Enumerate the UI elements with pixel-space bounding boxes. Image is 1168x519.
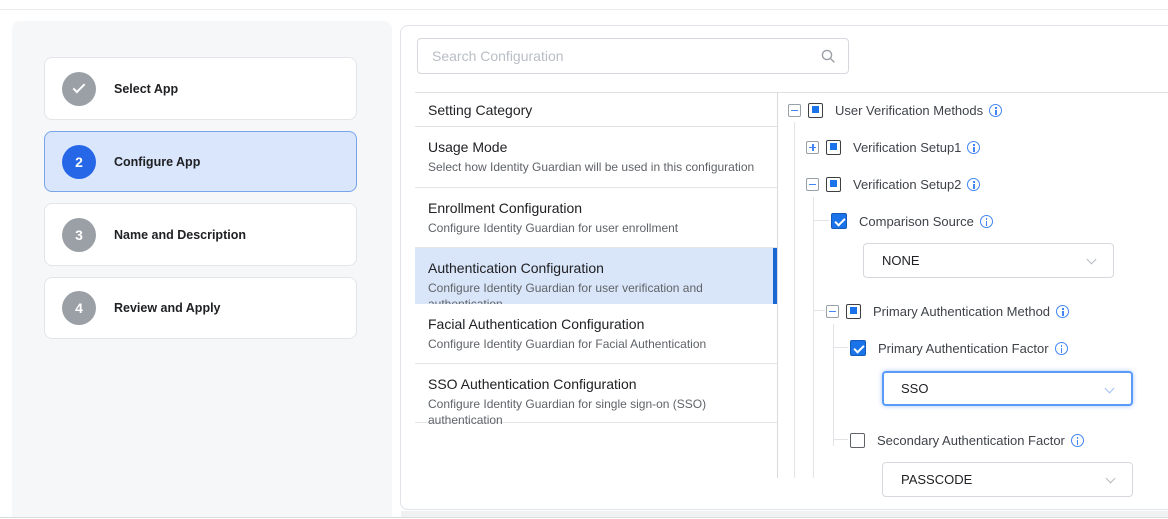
tree-node-label: Secondary Authentication Factor: [877, 433, 1065, 448]
category-description: Configure Identity Guardian for user enr…: [428, 220, 767, 236]
category-title: SSO Authentication Configuration: [428, 375, 767, 393]
column-divider: [777, 92, 778, 478]
primary-authentication-factor-select[interactable]: SSO: [882, 371, 1133, 406]
tree-node-label: Verification Setup1: [853, 140, 961, 155]
step-label: Name and Description: [114, 228, 246, 242]
collapse-icon[interactable]: [806, 178, 819, 191]
comparison-source-select[interactable]: NONE: [863, 243, 1114, 278]
chevron-down-icon: [1087, 255, 1097, 265]
category-row-enrollment-configuration[interactable]: Enrollment Configuration Configure Ident…: [415, 188, 777, 248]
select-value: SSO: [901, 373, 928, 404]
checkbox-indeterminate[interactable]: [846, 304, 861, 319]
checkbox-checked[interactable]: [850, 340, 866, 356]
checkbox-unchecked[interactable]: [850, 433, 865, 448]
select-value: NONE: [882, 244, 920, 277]
info-icon[interactable]: [967, 178, 980, 191]
tree-guide-line: [813, 197, 814, 478]
category-description: Configure Identity Guardian for Facial A…: [428, 336, 767, 352]
category-title: Facial Authentication Configuration: [428, 315, 767, 333]
top-bar: [0, 0, 1168, 10]
info-icon[interactable]: [1071, 434, 1084, 447]
step-number-circle: 3: [62, 218, 96, 252]
setting-category-header: Setting Category: [415, 93, 777, 127]
search-icon: [821, 49, 836, 64]
stepper-panel: Select App 2 Configure App 3 Name and De…: [12, 21, 392, 517]
tree-guide-line: [833, 324, 834, 446]
category-title: Authentication Configuration: [428, 259, 763, 277]
search-input[interactable]: [432, 39, 812, 73]
step-card-select-app[interactable]: Select App: [44, 57, 357, 120]
info-icon[interactable]: [1056, 305, 1069, 318]
category-description: Select how Identity Guardian will be use…: [428, 159, 767, 175]
step-completed-check-circle: [62, 72, 96, 106]
secondary-authentication-factor-select[interactable]: PASSCODE: [882, 462, 1133, 497]
check-icon: [73, 80, 86, 93]
step-card-name-and-description[interactable]: 3 Name and Description: [44, 203, 357, 266]
tree-guide-line: [794, 122, 795, 478]
collapse-icon[interactable]: [788, 104, 801, 117]
step-card-configure-app[interactable]: 2 Configure App: [44, 131, 357, 192]
info-icon[interactable]: [989, 104, 1002, 117]
chevron-down-icon: [1105, 384, 1115, 394]
tree-node-secondary-authentication-factor: Secondary Authentication Factor: [850, 429, 1084, 451]
tree-node-user-verification-methods: User Verification Methods: [788, 99, 1002, 121]
select-value: PASSCODE: [901, 463, 972, 496]
checkbox-indeterminate[interactable]: [826, 177, 841, 192]
page-bottom-border: [0, 517, 1168, 518]
tree-node-primary-authentication-factor: Primary Authentication Factor: [850, 337, 1068, 359]
expand-icon[interactable]: [806, 141, 819, 154]
tree-connector: [833, 439, 848, 440]
collapse-icon[interactable]: [826, 305, 839, 318]
info-icon[interactable]: [1055, 342, 1068, 355]
search-box: [417, 38, 849, 74]
category-row-sso-authentication-configuration[interactable]: SSO Authentication Configuration Configu…: [415, 364, 777, 423]
category-title: Usage Mode: [428, 138, 767, 156]
chevron-down-icon: [1106, 474, 1116, 484]
step-label: Configure App: [114, 155, 200, 169]
tree-node-primary-authentication-method: Primary Authentication Method: [826, 300, 1069, 322]
tree-node-label: Primary Authentication Method: [873, 304, 1050, 319]
tree-node-label: Comparison Source: [859, 214, 974, 229]
category-row-usage-mode[interactable]: Usage Mode Select how Identity Guardian …: [415, 127, 777, 188]
info-icon[interactable]: [967, 141, 980, 154]
tree-connector: [813, 310, 825, 311]
tree-node-label: Verification Setup2: [853, 177, 961, 192]
step-label: Review and Apply: [114, 301, 221, 315]
checkbox-indeterminate[interactable]: [826, 140, 841, 155]
tree-connector: [813, 220, 829, 221]
category-row-authentication-configuration[interactable]: Authentication Configuration Configure I…: [415, 248, 777, 304]
step-number-circle: 2: [62, 145, 96, 179]
tree-node-verification-setup2: Verification Setup2: [806, 173, 980, 195]
step-number-circle: 4: [62, 291, 96, 325]
tree-connector: [833, 347, 848, 348]
checkbox-indeterminate[interactable]: [808, 103, 823, 118]
category-title: Enrollment Configuration: [428, 199, 767, 217]
configuration-wizard: Select App 2 Configure App 3 Name and De…: [0, 0, 1168, 519]
info-icon[interactable]: [980, 215, 993, 228]
category-description: Configure Identity Guardian for single s…: [428, 396, 767, 428]
step-label: Select App: [114, 82, 178, 96]
tree-node-label: User Verification Methods: [835, 103, 983, 118]
tree-node-label: Primary Authentication Factor: [878, 341, 1049, 356]
tree-node-comparison-source: Comparison Source: [831, 210, 993, 232]
tree-node-verification-setup1: Verification Setup1: [806, 136, 980, 158]
step-card-review-and-apply[interactable]: 4 Review and Apply: [44, 277, 357, 339]
category-row-facial-authentication-configuration[interactable]: Facial Authentication Configuration Conf…: [415, 304, 777, 364]
checkbox-checked[interactable]: [831, 213, 847, 229]
